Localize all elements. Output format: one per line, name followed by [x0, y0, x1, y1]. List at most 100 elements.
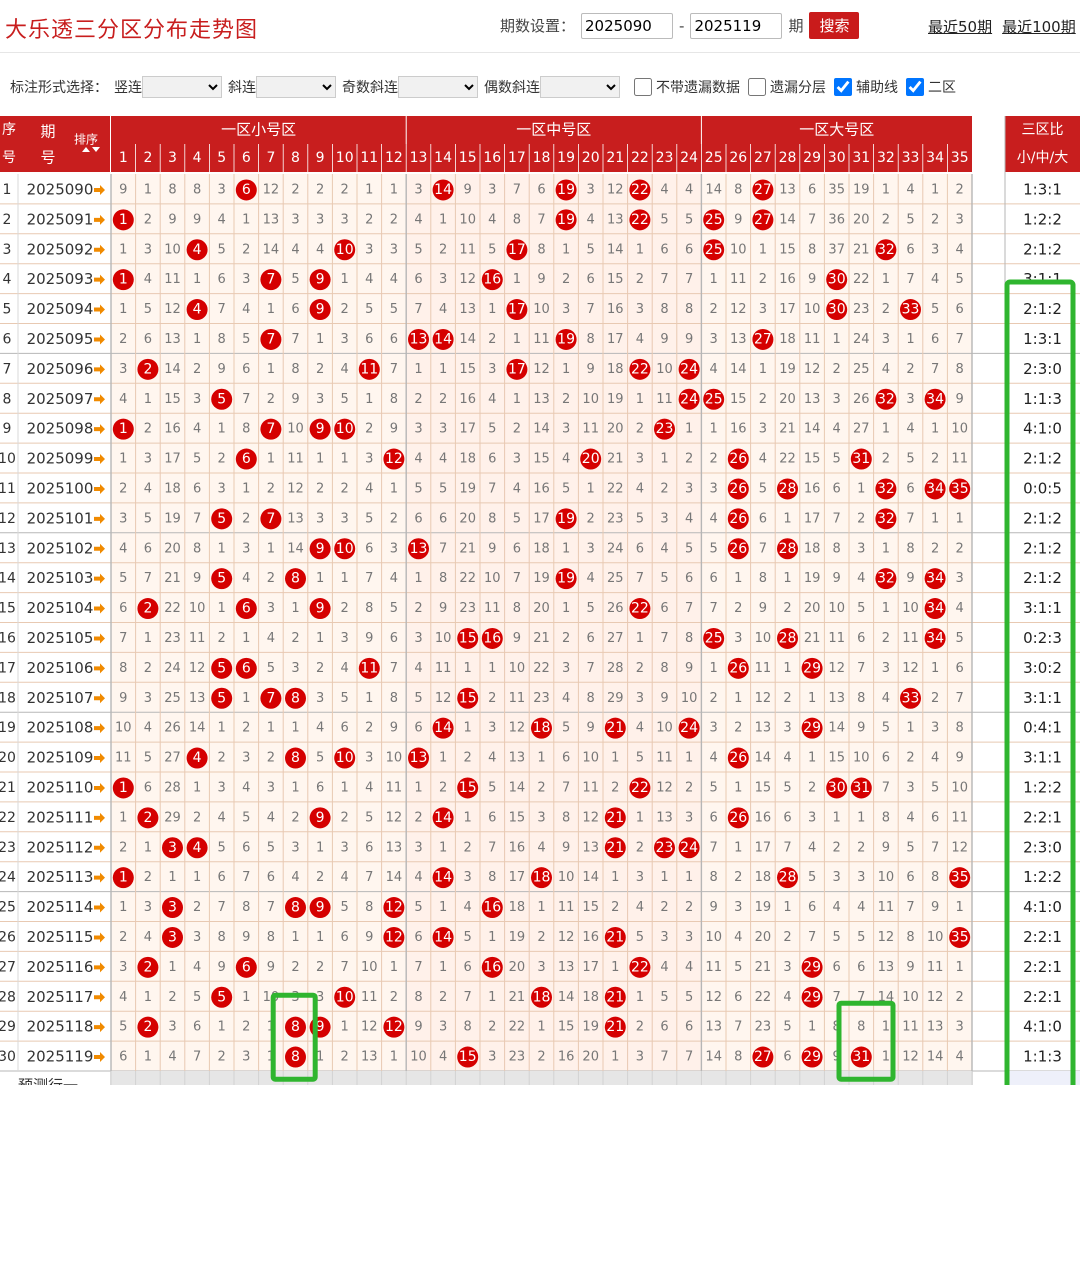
- missing-count: 2: [316, 661, 324, 676]
- missing-count: 2: [464, 840, 472, 855]
- missing-count: 2: [316, 960, 324, 975]
- missing-count: 9: [242, 930, 250, 945]
- hit-ball-number: 4: [193, 750, 202, 766]
- missing-count: 2: [119, 840, 127, 855]
- period-to-input[interactable]: [690, 12, 783, 39]
- missing-count: 1: [759, 242, 767, 257]
- missing-count: 2: [439, 242, 447, 257]
- missing-count: 13: [779, 182, 796, 197]
- missing-count: 5: [439, 481, 447, 496]
- missing-count: 6: [119, 601, 127, 616]
- missing-count: 1: [882, 182, 890, 197]
- aux-line-checkbox[interactable]: [834, 78, 852, 96]
- missing-count: 2: [267, 571, 275, 586]
- missing-layer-checkbox[interactable]: [748, 78, 766, 96]
- missing-count: 1: [267, 541, 275, 556]
- row-seq: 3: [3, 242, 12, 258]
- missing-count: 7: [660, 1050, 668, 1065]
- missing-count: 12: [730, 302, 747, 317]
- missing-count: 12: [755, 691, 772, 706]
- missing-count: 12: [828, 661, 845, 676]
- missing-count: 4: [513, 481, 521, 496]
- missing-count: 15: [779, 242, 796, 257]
- missing-count: 16: [164, 422, 181, 437]
- missing-count: 1: [341, 571, 349, 586]
- missing-count: 6: [857, 960, 865, 975]
- missing-count: 6: [144, 332, 152, 347]
- missing-count: 4: [956, 1050, 964, 1065]
- ratio-head-text: 小/中/大: [1017, 150, 1068, 166]
- missing-count: 14: [533, 422, 550, 437]
- missing-count: 1: [636, 242, 644, 257]
- missing-count: 5: [488, 422, 496, 437]
- second-zone-checkbox[interactable]: [906, 78, 924, 96]
- missing-count: 5: [218, 840, 226, 855]
- hit-ball-number: 18: [533, 989, 551, 1005]
- diagonal-select[interactable]: [256, 76, 336, 98]
- missing-count: 3: [414, 840, 422, 855]
- missing-count: 21: [164, 571, 181, 586]
- row-period: 2025095: [27, 330, 94, 348]
- missing-count: 2: [882, 302, 890, 317]
- missing-count: 23: [607, 511, 624, 526]
- missing-count: 15: [164, 392, 181, 407]
- row-ratio: 4:1:0: [1023, 420, 1062, 438]
- missing-count: 4: [660, 960, 668, 975]
- missing-count: 12: [951, 840, 968, 855]
- hit-ball-number: 28: [779, 870, 797, 886]
- missing-count: 16: [730, 422, 747, 437]
- missing-count: 3: [464, 870, 472, 885]
- hit-ball-number: 21: [606, 1019, 624, 1035]
- missing-count: 6: [365, 840, 373, 855]
- missing-count: 8: [488, 870, 496, 885]
- missing-count: 10: [705, 930, 722, 945]
- number-head-text: 7: [266, 150, 275, 166]
- hit-ball-number: 3: [168, 900, 177, 916]
- period-from-input[interactable]: [581, 12, 674, 39]
- missing-count: 1: [218, 721, 226, 736]
- number-head-text: 22: [631, 150, 649, 166]
- missing-count: 8: [857, 691, 865, 706]
- missing-count: 2: [365, 212, 373, 227]
- missing-count: 1: [193, 272, 201, 287]
- missing-count: 10: [459, 212, 476, 227]
- missing-count: 2: [119, 481, 127, 496]
- missing-count: 11: [902, 631, 919, 646]
- missing-count: 20: [804, 601, 821, 616]
- missing-count: 3: [660, 930, 668, 945]
- recent-100-link[interactable]: 最近100期: [1002, 16, 1076, 37]
- missing-count: 3: [562, 422, 570, 437]
- hit-ball-number: 4: [193, 840, 202, 856]
- hit-ball-number: 17: [508, 361, 526, 377]
- missing-count: 1: [365, 182, 373, 197]
- hit-ball-number: 12: [385, 1019, 403, 1035]
- missing-count: 19: [509, 930, 526, 945]
- hit-ball-number: 24: [680, 361, 698, 377]
- missing-count: 1: [513, 332, 521, 347]
- no-missing-checkbox[interactable]: [634, 78, 652, 96]
- row-period: 2025107: [27, 689, 94, 707]
- vertical-select[interactable]: [142, 76, 222, 98]
- missing-count: 2: [193, 362, 201, 377]
- search-button[interactable]: 搜索: [809, 12, 860, 39]
- missing-count: 7: [587, 302, 595, 317]
- number-head-text: 12: [385, 150, 403, 166]
- missing-count: 2: [218, 751, 226, 766]
- missing-count: 5: [341, 691, 349, 706]
- missing-count: 4: [562, 691, 570, 706]
- missing-count: 10: [410, 1050, 427, 1065]
- missing-count: 6: [833, 960, 841, 975]
- missing-count: 3: [414, 631, 422, 646]
- missing-count: 1: [882, 601, 890, 616]
- missing-count: 3: [316, 511, 324, 526]
- odd-diagonal-select[interactable]: [398, 76, 478, 98]
- missing-count: 8: [857, 1020, 865, 1035]
- even-diagonal-select[interactable]: [540, 76, 620, 98]
- row-ratio: 1:1:3: [1023, 390, 1062, 408]
- missing-count: 5: [193, 452, 201, 467]
- missing-count: 6: [144, 541, 152, 556]
- missing-count: 5: [488, 242, 496, 257]
- recent-50-link[interactable]: 最近50期: [928, 16, 992, 37]
- period-unit: 期: [788, 17, 804, 35]
- missing-count: 10: [115, 721, 132, 736]
